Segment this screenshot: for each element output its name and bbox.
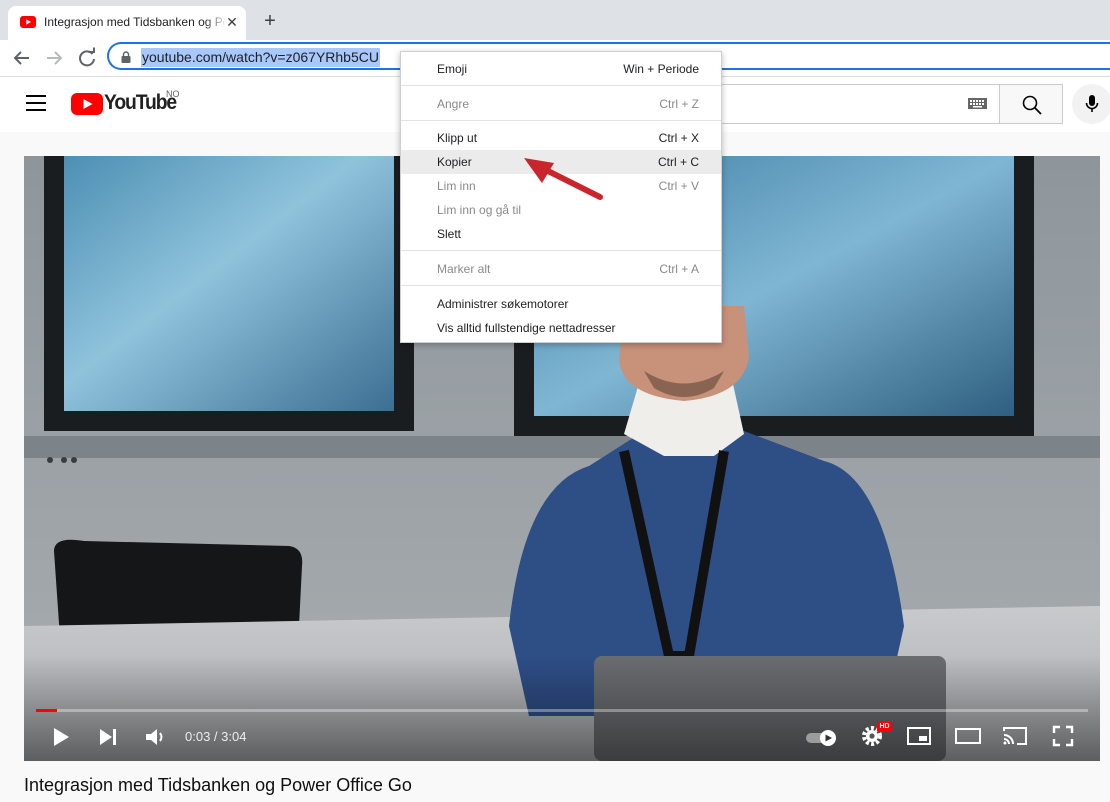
search-button[interactable]: [999, 84, 1063, 124]
cast-icon[interactable]: [1002, 726, 1028, 746]
time-display: 0:03 / 3:04: [185, 729, 247, 744]
hd-badge: HD: [877, 722, 892, 732]
close-tab-icon[interactable]: ✕: [224, 14, 240, 30]
menu-divider: [401, 120, 721, 121]
volume-icon[interactable]: [144, 726, 168, 748]
menu-item-undo[interactable]: Angre Ctrl + Z: [401, 92, 721, 116]
menu-item-delete[interactable]: Slett: [401, 222, 721, 246]
search-input[interactable]: [700, 84, 1000, 124]
keyboard-icon[interactable]: [968, 98, 987, 109]
tab-title: Integrasjon med Tidsbanken og Power Offi…: [44, 15, 224, 29]
youtube-favicon-icon: [20, 16, 36, 28]
menu-item-manage-search-engines[interactable]: Administrer søkemotorer: [401, 292, 721, 316]
menu-item-select-all[interactable]: Marker alt Ctrl + A: [401, 257, 721, 281]
menu-divider: [401, 250, 721, 251]
url-text[interactable]: youtube.com/watch?v=z067YRhb5CU: [141, 48, 380, 67]
youtube-logo-icon[interactable]: [71, 93, 103, 115]
annotation-arrow-icon: [524, 158, 603, 200]
lock-icon[interactable]: [121, 51, 131, 63]
new-tab-icon[interactable]: +: [258, 10, 282, 34]
tab-strip: Integrasjon med Tidsbanken og Power Offi…: [0, 0, 1110, 40]
fullscreen-icon[interactable]: [1052, 725, 1074, 747]
menu-icon[interactable]: [26, 95, 46, 111]
microphone-icon: [1085, 95, 1099, 112]
menu-item-cut[interactable]: Klipp ut Ctrl + X: [401, 126, 721, 150]
menu-divider: [401, 285, 721, 286]
country-code: NO: [166, 89, 180, 99]
theater-mode-icon[interactable]: [954, 726, 982, 746]
progress-bar[interactable]: [36, 709, 1088, 712]
forward-arrow-icon[interactable]: [41, 46, 67, 70]
next-video-icon[interactable]: [97, 726, 119, 748]
menu-divider: [401, 85, 721, 86]
browser-tab[interactable]: Integrasjon med Tidsbanken og Power Offi…: [8, 6, 246, 40]
video-title: Integrasjon med Tidsbanken og Power Offi…: [24, 775, 412, 795]
miniplayer-icon[interactable]: [906, 726, 932, 746]
reload-icon[interactable]: [74, 46, 100, 70]
progress-played: [36, 709, 57, 712]
menu-item-emoji[interactable]: Emoji Win + Periode: [401, 57, 721, 81]
voice-search-button[interactable]: [1072, 84, 1110, 124]
autoplay-toggle[interactable]: [804, 728, 840, 748]
play-icon[interactable]: [50, 726, 72, 748]
menu-item-show-full-urls[interactable]: Vis alltid fullstendige nettadresser: [401, 316, 721, 340]
back-arrow-icon[interactable]: [9, 46, 35, 70]
search-icon: [1022, 95, 1042, 115]
